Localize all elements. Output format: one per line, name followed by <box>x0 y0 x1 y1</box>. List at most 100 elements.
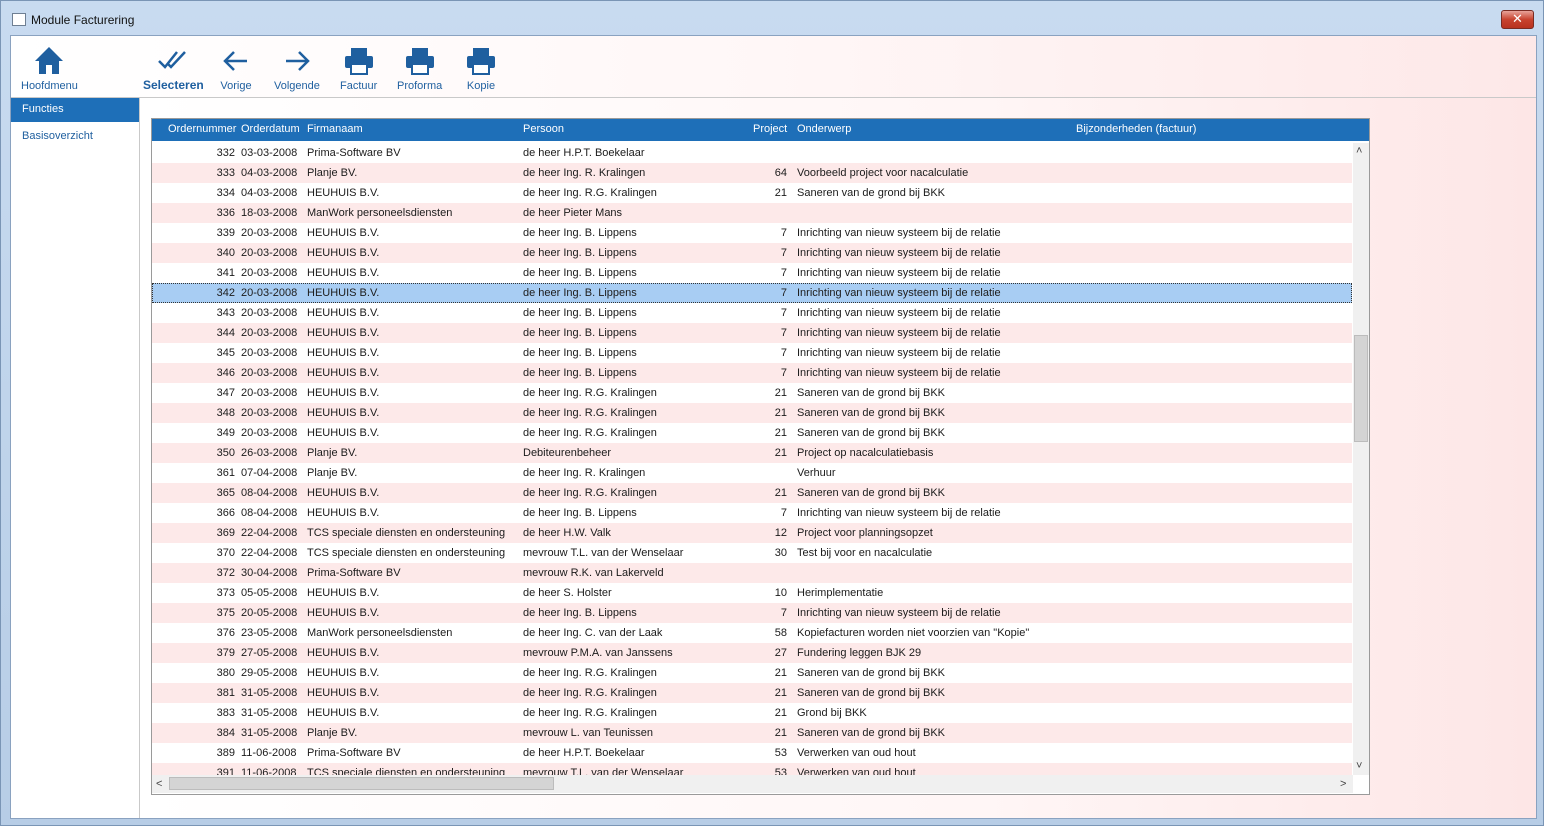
table-row[interactable]: 379 27-05-2008 HEUHUIS B.V. mevrouw P.M.A. … <box>152 643 1352 663</box>
home-label: Hoofdmenu <box>21 80 78 92</box>
copy-button[interactable]: Kopie <box>464 44 498 96</box>
cell-firmanaam: HEUHUIS B.V. <box>307 187 380 199</box>
table-row[interactable]: 366 08-04-2008 HEUHUIS B.V. de heer Ing. B.… <box>152 503 1352 523</box>
cell-persoon: de heer Ing. R.G. Kralingen <box>523 427 657 439</box>
table-row[interactable]: 384 31-05-2008 Planje BV. mevrouw L. van Te… <box>152 723 1352 743</box>
cell-ordernummer: 379 <box>216 647 235 659</box>
cell-orderdatum: 20-05-2008 <box>241 607 298 619</box>
cell-project: 21 <box>774 487 787 499</box>
cell-project: 7 <box>780 247 787 259</box>
cell-firmanaam: HEUHUIS B.V. <box>307 507 380 519</box>
cell-ordernummer: 373 <box>216 587 235 599</box>
table-row[interactable]: 347 20-03-2008 HEUHUIS B.V. de heer Ing. R.… <box>152 383 1352 403</box>
window-icon <box>12 13 26 26</box>
table-row[interactable]: 391 11-06-2008 TCS speciale diensten en on… <box>152 763 1352 775</box>
cell-onderwerp: Saneren van de grond bij BKK <box>797 687 945 699</box>
cell-firmanaam: HEUHUIS B.V. <box>307 287 380 299</box>
table-row[interactable]: 350 26-03-2008 Planje BV. Debiteurenbeheer 2… <box>152 443 1352 463</box>
column-header-onderwerp[interactable]: Onderwerp <box>797 123 851 135</box>
cell-persoon: de heer Ing. R.G. Kralingen <box>523 187 657 199</box>
horizontal-scroll-thumb[interactable] <box>169 777 554 790</box>
column-header-persoon[interactable]: Persoon <box>523 123 564 135</box>
previous-button[interactable]: Vorige <box>219 44 253 96</box>
cell-project: 53 <box>774 767 787 775</box>
table-row[interactable]: 376 23-05-2008 ManWork personeelsdiensten d… <box>152 623 1352 643</box>
table-row[interactable]: 381 31-05-2008 HEUHUIS B.V. de heer Ing. R.… <box>152 683 1352 703</box>
cell-onderwerp: Saneren van de grond bij BKK <box>797 667 945 679</box>
column-header-firmanaam[interactable]: Firmanaam <box>307 123 363 135</box>
cell-orderdatum: 22-04-2008 <box>241 547 298 559</box>
column-header-project[interactable]: Project <box>753 123 787 135</box>
scroll-left-arrow[interactable]: < <box>156 779 162 790</box>
next-button[interactable]: Volgende <box>274 44 320 96</box>
cell-persoon: mevrouw P.M.A. van Janssens <box>523 647 673 659</box>
cell-persoon: de heer H.P.T. Boekelaar <box>523 147 645 159</box>
column-header-orderdatum[interactable]: Orderdatum <box>241 123 300 135</box>
cell-orderdatum: 29-05-2008 <box>241 667 298 679</box>
table-row[interactable]: 389 11-06-2008 Prima-Software BV de heer H.… <box>152 743 1352 763</box>
cell-onderwerp: Inrichting van nieuw systeem bij de rela… <box>797 347 1001 359</box>
table-row[interactable]: 342 20-03-2008 HEUHUIS B.V. de heer Ing. B.… <box>152 283 1352 303</box>
cell-project: 64 <box>774 167 787 179</box>
invoice-button[interactable]: Factuur <box>340 44 377 96</box>
table-row[interactable]: 341 20-03-2008 HEUHUIS B.V. de heer Ing. B.… <box>152 263 1352 283</box>
proforma-button[interactable]: Proforma <box>397 44 442 96</box>
table-row[interactable]: 336 18-03-2008 ManWork personeelsdiensten d… <box>152 203 1352 223</box>
table-row[interactable]: 365 08-04-2008 HEUHUIS B.V. de heer Ing. R.… <box>152 483 1352 503</box>
table-row[interactable]: 370 22-04-2008 TCS speciale diensten en on… <box>152 543 1352 563</box>
vertical-scroll-thumb[interactable] <box>1354 335 1368 442</box>
next-label: Volgende <box>274 80 320 92</box>
cell-project: 7 <box>780 227 787 239</box>
table-row[interactable]: 333 04-03-2008 Planje BV. de heer Ing. R. K… <box>152 163 1352 183</box>
table-row[interactable]: 344 20-03-2008 HEUHUIS B.V. de heer Ing. B.… <box>152 323 1352 343</box>
cell-ordernummer: 389 <box>216 747 235 759</box>
column-header-ordernummer[interactable]: Ordernummer <box>168 123 236 135</box>
cell-ordernummer: 372 <box>216 567 235 579</box>
sidebar-header[interactable]: Functies <box>11 98 139 122</box>
cell-persoon: mevrouw T.L. van der Wenselaar <box>523 547 684 559</box>
cell-persoon: de heer Pieter Mans <box>523 207 623 219</box>
table-row[interactable]: 332 03-03-2008 Prima-Software BV de heer H.… <box>152 143 1352 163</box>
scroll-right-arrow[interactable]: > <box>1340 779 1346 790</box>
cell-persoon: de heer Ing. B. Lippens <box>523 247 637 259</box>
home-button[interactable]: Hoofdmenu <box>21 44 78 96</box>
cell-project: 21 <box>774 427 787 439</box>
table-row[interactable]: 369 22-04-2008 TCS speciale diensten en on… <box>152 523 1352 543</box>
scroll-down-arrow[interactable]: ˅ <box>1356 761 1362 772</box>
cell-firmanaam: ManWork personeelsdiensten <box>307 207 453 219</box>
cell-firmanaam: HEUHUIS B.V. <box>307 367 380 379</box>
table-row[interactable]: 343 20-03-2008 HEUHUIS B.V. de heer Ing. B.… <box>152 303 1352 323</box>
cell-persoon: de heer H.P.T. Boekelaar <box>523 747 645 759</box>
table-row[interactable]: 340 20-03-2008 HEUHUIS B.V. de heer Ing. B.… <box>152 243 1352 263</box>
cell-onderwerp: Inrichting van nieuw systeem bij de rela… <box>797 367 1001 379</box>
table-row[interactable]: 372 30-04-2008 Prima-Software BV mevrouw R.… <box>152 563 1352 583</box>
cell-firmanaam: Prima-Software BV <box>307 147 401 159</box>
vertical-scrollbar[interactable]: ˄ ˅ <box>1353 143 1369 775</box>
cell-persoon: de heer Ing. B. Lippens <box>523 607 637 619</box>
table-row[interactable]: 348 20-03-2008 HEUHUIS B.V. de heer Ing. R.… <box>152 403 1352 423</box>
cell-onderwerp: Inrichting van nieuw systeem bij de rela… <box>797 227 1001 239</box>
table-row[interactable]: 345 20-03-2008 HEUHUIS B.V. de heer Ing. B.… <box>152 343 1352 363</box>
table-row[interactable]: 375 20-05-2008 HEUHUIS B.V. de heer Ing. B.… <box>152 603 1352 623</box>
cell-orderdatum: 20-03-2008 <box>241 227 298 239</box>
table-row[interactable]: 361 07-04-2008 Planje BV. de heer Ing. R. K… <box>152 463 1352 483</box>
scroll-up-arrow[interactable]: ˄ <box>1356 146 1362 157</box>
table-row[interactable]: 373 05-05-2008 HEUHUIS B.V. de heer S. Hols… <box>152 583 1352 603</box>
proforma-label: Proforma <box>397 80 443 92</box>
cell-onderwerp: Inrichting van nieuw systeem bij de rela… <box>797 307 1001 319</box>
cell-persoon: de heer Ing. R.G. Kralingen <box>523 387 657 399</box>
table-row[interactable]: 380 29-05-2008 HEUHUIS B.V. de heer Ing. R.… <box>152 663 1352 683</box>
table-row[interactable]: 349 20-03-2008 HEUHUIS B.V. de heer Ing. R.… <box>152 423 1352 443</box>
grid-rows: 332 03-03-2008 Prima-Software BV de heer H.… <box>152 143 1352 775</box>
horizontal-scrollbar[interactable]: < > <box>152 775 1353 793</box>
cell-firmanaam: Planje BV. <box>307 447 358 459</box>
table-row[interactable]: 334 04-03-2008 HEUHUIS B.V. de heer Ing. R.… <box>152 183 1352 203</box>
table-row[interactable]: 346 20-03-2008 HEUHUIS B.V. de heer Ing. B.… <box>152 363 1352 383</box>
cell-persoon: mevrouw L. van Teunissen <box>523 727 654 739</box>
table-row[interactable]: 383 31-05-2008 HEUHUIS B.V. de heer Ing. R.… <box>152 703 1352 723</box>
table-row[interactable]: 339 20-03-2008 HEUHUIS B.V. de heer Ing. B.… <box>152 223 1352 243</box>
sidebar-item-basisoverzicht[interactable]: Basisoverzicht <box>11 122 139 150</box>
column-header-bijzonderheden[interactable]: Bijzonderheden (factuur) <box>1076 123 1196 135</box>
select-button[interactable]: Selecteren <box>143 44 204 96</box>
close-button[interactable]: ✕ <box>1501 10 1534 29</box>
